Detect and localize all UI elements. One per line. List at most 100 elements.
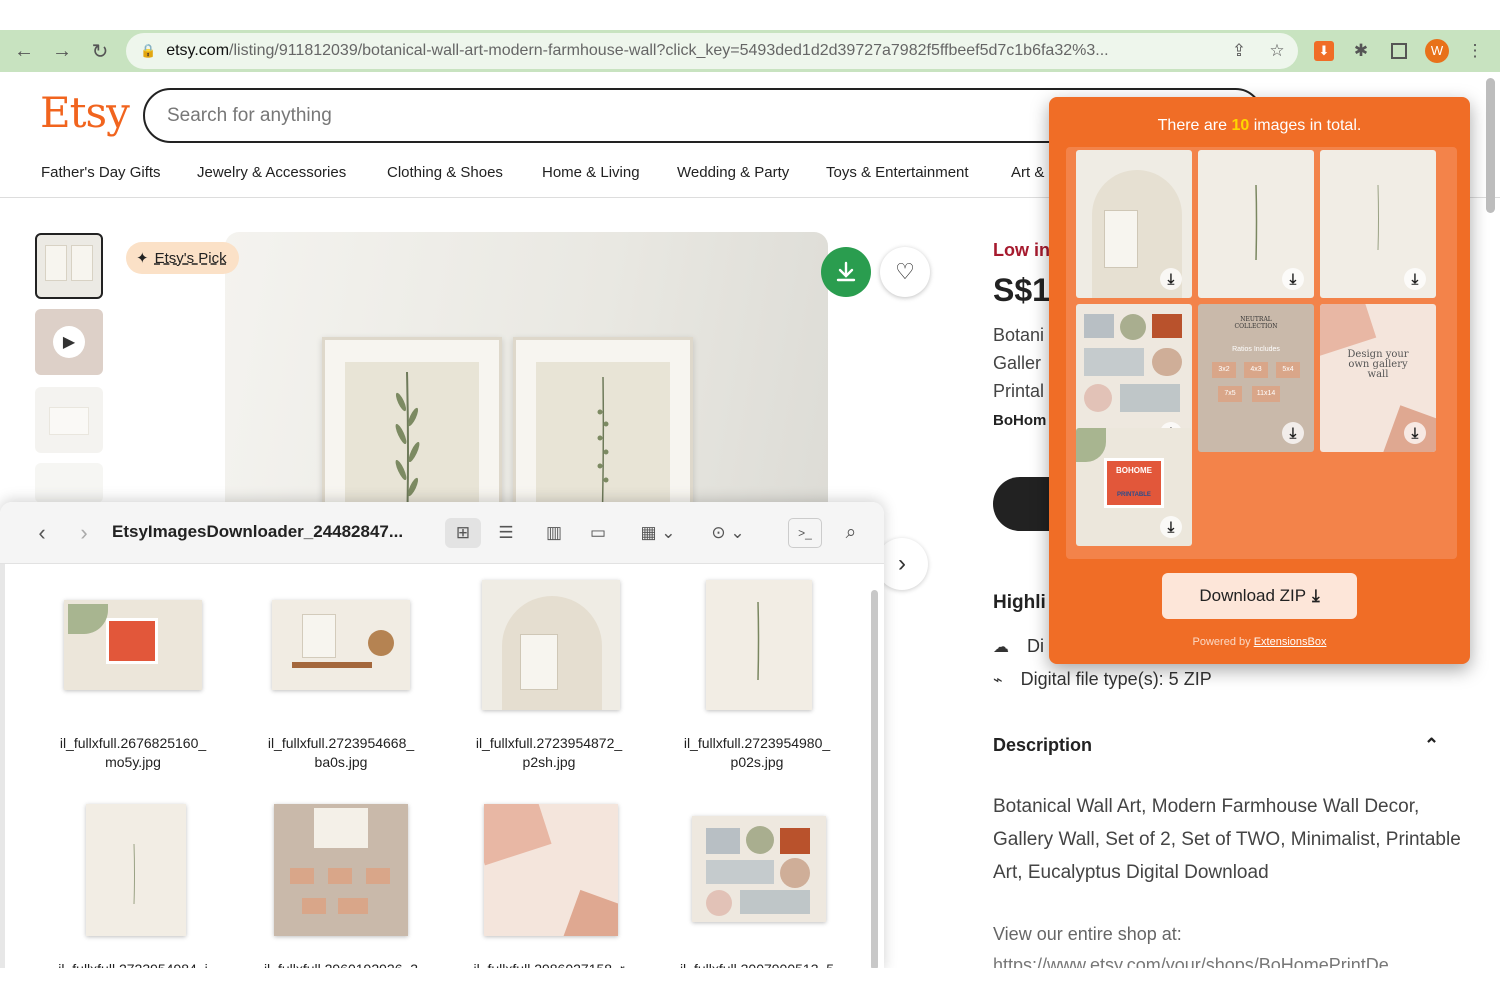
download-icon[interactable]: ⤓ xyxy=(1282,422,1304,444)
file-thumbnail[interactable] xyxy=(482,580,620,710)
share-icon[interactable]: ⇪ xyxy=(1226,38,1252,64)
back-icon[interactable]: ← xyxy=(11,38,37,64)
downloader-extension-icon[interactable]: ⬇ xyxy=(1311,38,1337,64)
image-downloader-popup: There are 10 images in total. ⤓ ⤓ ⤓ NEUT… xyxy=(1049,97,1470,664)
popup-image-cell[interactable]: ⤓ xyxy=(1076,150,1192,298)
browser-menu-icon[interactable]: ⋮ xyxy=(1462,38,1488,64)
image-download-button[interactable] xyxy=(821,247,871,297)
bookmark-star-icon[interactable]: ☆ xyxy=(1264,38,1290,64)
popup-header: There are 10 images in total. xyxy=(1157,117,1362,134)
finder-scrollbar[interactable] xyxy=(871,590,878,970)
file-thumbnail[interactable] xyxy=(692,816,826,922)
paperclip-icon: ⌁ xyxy=(993,671,1003,689)
browser-toolbar: ← → ↻ 🔒 etsy.com/listing/911812039/botan… xyxy=(0,30,1500,72)
search-placeholder: Search for anything xyxy=(167,104,332,126)
extensions-puzzle-icon[interactable]: ✱ xyxy=(1348,38,1374,64)
category-jewelry[interactable]: Jewelry & Accessories xyxy=(197,164,346,181)
finder-toolbar: ‹ › EtsyImagesDownloader_24482847... ⊞ ☰… xyxy=(0,502,884,564)
more-actions-icon[interactable]: ⊙ ⌄ xyxy=(704,518,752,548)
chevron-right-icon: › xyxy=(898,550,906,577)
file-name[interactable]: il_fullxfull.2723954872_ p2sh.jpg xyxy=(449,734,649,772)
cloud-download-icon: ☁ xyxy=(993,638,1009,656)
download-icon xyxy=(836,261,856,282)
forward-icon[interactable]: → xyxy=(49,38,75,64)
download-icon[interactable]: ⤓ xyxy=(1404,422,1426,444)
description-text: Botanical Wall Art, Modern Farmhouse Wal… xyxy=(993,796,1461,883)
powered-by: Powered by ExtensionsBox xyxy=(1192,636,1327,648)
description-heading[interactable]: Description xyxy=(993,735,1092,756)
price: S$1 xyxy=(993,272,1050,308)
terminal-icon[interactable]: >_ xyxy=(788,518,822,548)
address-bar[interactable]: 🔒 etsy.com/listing/911812039/botanical-w… xyxy=(126,33,1298,69)
highlight-digital: ☁ Di xyxy=(993,636,1044,656)
category-toys[interactable]: Toys & Entertainment xyxy=(826,164,969,181)
download-icon[interactable]: ⤓ xyxy=(1160,268,1182,290)
profile-avatar[interactable]: W xyxy=(1424,38,1450,64)
etsys-pick-badge: ✦ Etsy's Pick xyxy=(126,242,239,274)
category-wedding[interactable]: Wedding & Party xyxy=(677,164,789,181)
etsy-logo[interactable]: Etsy xyxy=(40,88,130,137)
favorite-heart-icon[interactable]: ♡ xyxy=(880,247,930,297)
download-icon[interactable]: ⤓ xyxy=(1282,268,1304,290)
badge-label: Etsy's Pick xyxy=(154,249,227,267)
download-icon: ⤓ xyxy=(1312,586,1320,605)
frame-left xyxy=(322,337,502,507)
file-thumbnail[interactable] xyxy=(484,804,618,936)
frame-right xyxy=(513,337,693,507)
listing-thumbnail[interactable] xyxy=(35,233,103,299)
popup-image-cell[interactable]: Design your own gallery wall ⤓ xyxy=(1320,304,1436,452)
url-host: etsy.com xyxy=(166,42,230,59)
bottom-strip xyxy=(0,968,1500,1000)
icon-view-icon[interactable]: ⊞ xyxy=(445,518,481,548)
chevron-up-icon[interactable]: ⌃ xyxy=(1424,735,1439,756)
low-stock-label: Low in xyxy=(993,240,1050,260)
popup-image-cell[interactable]: ⤓ xyxy=(1320,150,1436,298)
page-scrollbar[interactable] xyxy=(1486,78,1495,213)
back-chevron-icon[interactable]: ‹ xyxy=(30,518,54,548)
lock-icon: 🔒 xyxy=(140,43,157,58)
popup-image-cell[interactable]: NEUTRAL COLLECTION Ratios Includes 3x2 4… xyxy=(1198,304,1314,452)
listing-video-thumbnail[interactable]: ▶ xyxy=(35,309,103,375)
file-thumbnail[interactable] xyxy=(64,600,202,690)
category-art[interactable]: Art & xyxy=(1011,164,1044,181)
column-view-icon[interactable]: ▥ xyxy=(538,518,570,548)
file-thumbnail[interactable] xyxy=(274,804,408,936)
sparkle-icon: ✦ xyxy=(136,250,149,267)
category-clothing[interactable]: Clothing & Shoes xyxy=(387,164,503,181)
search-icon[interactable]: ⌕ xyxy=(838,518,864,548)
listing-thumbnail[interactable] xyxy=(35,387,103,453)
view-shop-label: View our entire shop at: xyxy=(993,924,1182,944)
listing-thumbnail[interactable] xyxy=(35,463,103,503)
download-zip-button[interactable]: Download ZIP ⤓ xyxy=(1162,573,1357,619)
group-by-icon[interactable]: ▦ ⌄ xyxy=(634,518,682,548)
category-home-living[interactable]: Home & Living xyxy=(542,164,640,181)
popup-image-grid: ⤓ ⤓ ⤓ ⤓ NEUTRAL COLLECTION xyxy=(1066,147,1457,559)
url-path: /listing/911812039/botanical-wall-art-mo… xyxy=(229,42,1109,59)
extensionsbox-link[interactable]: ExtensionsBox xyxy=(1254,636,1327,648)
gallery-view-icon[interactable]: ▭ xyxy=(582,518,614,548)
file-name[interactable]: il_fullxfull.2723954668_ ba0s.jpg xyxy=(241,734,441,772)
list-view-icon[interactable]: ☰ xyxy=(490,518,522,548)
forward-chevron-icon[interactable]: › xyxy=(72,518,96,548)
download-icon[interactable]: ⤓ xyxy=(1160,516,1182,538)
download-icon[interactable]: ⤓ xyxy=(1404,268,1426,290)
file-thumbnail[interactable] xyxy=(706,580,812,710)
popup-image-cell[interactable]: BOHOME PRINTABLE ⤓ xyxy=(1076,428,1192,546)
shop-name[interactable]: BoHom xyxy=(993,412,1046,429)
category-fathers-day[interactable]: Father's Day Gifts xyxy=(41,164,161,181)
file-name[interactable]: il_fullxfull.2676825160_ mo5y.jpg xyxy=(33,734,233,772)
popup-image-cell[interactable]: ⤓ xyxy=(1198,150,1314,298)
product-title: Botani Galler Printal xyxy=(993,325,1045,401)
play-icon: ▶ xyxy=(53,326,85,358)
finder-folder-title: EtsyImagesDownloader_24482847... xyxy=(112,522,404,541)
main-product-image[interactable] xyxy=(225,232,828,507)
file-thumbnail[interactable] xyxy=(86,804,186,936)
reload-icon[interactable]: ↻ xyxy=(87,38,113,64)
finder-left-edge xyxy=(0,564,5,972)
side-panel-icon[interactable] xyxy=(1386,38,1412,64)
file-thumbnail[interactable] xyxy=(272,600,410,690)
highlights-heading: Highli xyxy=(993,592,1046,613)
highlight-file-type: ⌁ Digital file type(s): 5 ZIP xyxy=(993,669,1212,689)
file-name[interactable]: il_fullxfull.2723954980_ p02s.jpg xyxy=(657,734,857,772)
finder-window: ‹ › EtsyImagesDownloader_24482847... ⊞ ☰… xyxy=(0,502,884,972)
